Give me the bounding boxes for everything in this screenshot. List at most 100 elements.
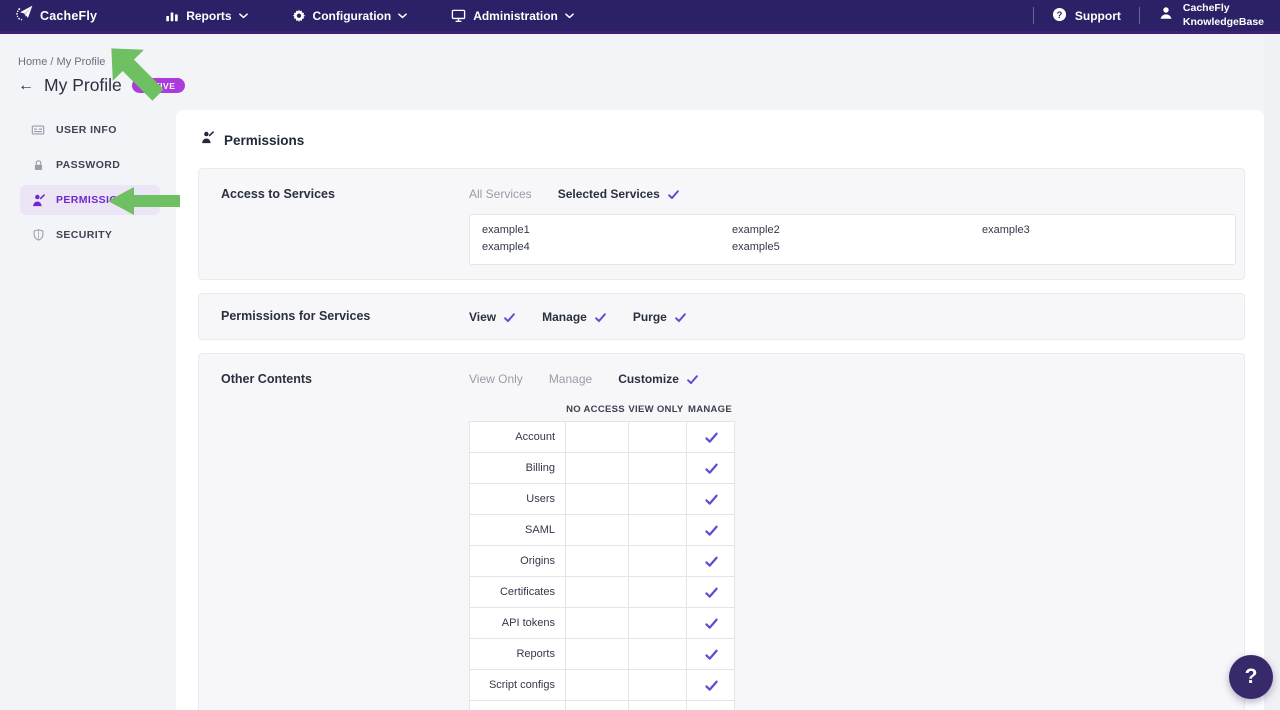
service-name: example3 (982, 224, 1030, 236)
breadcrumb: Home / My Profile (18, 56, 105, 68)
check-icon (704, 554, 719, 569)
option-manage[interactable]: Manage (542, 310, 607, 324)
sidebar-item-label: PERMISSIONS (56, 194, 134, 206)
nav-item-label: Configuration (312, 8, 392, 23)
cell-manage[interactable] (686, 422, 736, 452)
sidebar-item-permissions[interactable]: PERMISSIONS (20, 185, 160, 215)
option-customize[interactable]: Customize (618, 372, 699, 386)
row-label: Log targets (470, 701, 565, 710)
check-icon (704, 430, 719, 445)
cell-no-access[interactable] (565, 515, 628, 545)
permission-table-headers: NO ACCESS VIEW ONLY MANAGE (564, 404, 1236, 415)
table-row-script-configs: Script configs (470, 670, 734, 701)
cell-manage[interactable] (686, 639, 736, 669)
table-row-users: Users (470, 484, 734, 515)
cell-no-access[interactable] (565, 546, 628, 576)
cell-no-access[interactable] (565, 484, 628, 514)
svg-text:?: ? (1057, 9, 1063, 19)
top-navigation: CacheFly Reports Configuration Administrat… (0, 0, 1280, 34)
column-header-view-only: VIEW ONLY (628, 404, 684, 415)
service-permission-options: View Manage Purge (469, 308, 1236, 326)
option-manage[interactable]: Manage (549, 372, 592, 386)
cell-manage[interactable] (686, 670, 736, 700)
cell-view-only[interactable] (628, 639, 686, 669)
row-label: Users (526, 493, 555, 505)
sidebar-item-user-info[interactable]: USER INFO (20, 115, 160, 145)
bar-chart-icon (165, 9, 179, 23)
back-button[interactable]: ← (18, 77, 34, 94)
cell-manage[interactable] (686, 453, 736, 483)
cell-manage[interactable] (686, 701, 736, 710)
shield-icon (30, 228, 46, 242)
cell-manage[interactable] (686, 546, 736, 576)
cell-view-only[interactable] (628, 515, 686, 545)
nav-divider (1138, 7, 1140, 24)
option-all-services[interactable]: All Services (469, 187, 532, 201)
column-header-manage: MANAGE (687, 404, 733, 415)
support-label: Support (1074, 8, 1121, 23)
option-label: Manage (548, 372, 593, 386)
lock-icon (30, 159, 46, 172)
cell-no-access[interactable] (565, 701, 628, 710)
nav-item-label: Reports (186, 8, 232, 23)
cachefly-logo[interactable]: CacheFly (14, 3, 97, 29)
service-column: example1 example4 (482, 222, 732, 255)
cell-view-only[interactable] (628, 577, 686, 607)
cell-view-only[interactable] (628, 546, 686, 576)
table-row-saml: SAML (470, 515, 734, 546)
cell-no-access[interactable] (565, 577, 628, 607)
option-purge[interactable]: Purge (633, 310, 687, 324)
breadcrumb-home-link[interactable]: Home (18, 56, 47, 68)
check-icon (704, 523, 719, 538)
cell-view-only[interactable] (628, 670, 686, 700)
cell-manage[interactable] (686, 608, 736, 638)
help-button[interactable]: ? (1229, 655, 1273, 699)
service-column: example2 example5 (732, 222, 982, 255)
cell-manage[interactable] (686, 577, 736, 607)
nav-item-administration[interactable]: Administration (451, 8, 574, 23)
check-icon (704, 492, 719, 507)
knowledgebase-button[interactable]: CacheFly KnowledgeBase (1158, 2, 1264, 29)
cell-view-only[interactable] (628, 453, 686, 483)
brand-name: CacheFly (40, 8, 98, 23)
service-column: example3 (982, 222, 1223, 255)
support-button[interactable]: ? Support (1052, 7, 1121, 25)
cell-view-only[interactable] (628, 484, 686, 514)
cell-no-access[interactable] (565, 422, 628, 452)
table-row-api-tokens: API tokens (470, 608, 734, 639)
nav-item-label: Administration (473, 8, 558, 23)
row-label: Billing (525, 462, 555, 474)
nav-item-reports[interactable]: Reports (165, 8, 248, 23)
cell-no-access[interactable] (565, 639, 628, 669)
option-view-only[interactable]: View Only (469, 372, 523, 386)
question-circle-icon: ? (1052, 7, 1067, 25)
option-selected-services[interactable]: Selected Services (558, 187, 680, 201)
cell-manage[interactable] (686, 484, 736, 514)
sidebar-item-security[interactable]: SECURITY (20, 220, 160, 250)
chevron-down-icon (238, 12, 248, 19)
check-icon (667, 188, 680, 201)
cell-view-only[interactable] (628, 701, 686, 710)
row-label: API tokens (501, 617, 555, 629)
option-view[interactable]: View (469, 310, 516, 324)
cell-view-only[interactable] (628, 608, 686, 638)
option-label: View (469, 310, 497, 324)
knowledgebase-label: CacheFly KnowledgeBase (1182, 1, 1264, 28)
cell-manage[interactable] (686, 515, 736, 545)
option-label: Customize (618, 372, 679, 386)
table-row-certificates: Certificates (470, 577, 734, 608)
cell-no-access[interactable] (565, 608, 628, 638)
person-podium-icon (30, 193, 46, 208)
check-icon (704, 585, 719, 600)
scrollbar-track[interactable] (1264, 34, 1280, 710)
cell-no-access[interactable] (565, 670, 628, 700)
chevron-down-icon (398, 12, 408, 19)
cell-view-only[interactable] (628, 422, 686, 452)
sidebar-item-label: USER INFO (56, 124, 117, 136)
sidebar-item-password[interactable]: PASSWORD (20, 150, 160, 180)
selected-services-list: example1 example4 example2 example5 example3 (469, 214, 1236, 265)
gear-icon (292, 8, 306, 23)
check-icon (704, 678, 719, 693)
cell-no-access[interactable] (565, 453, 628, 483)
nav-item-configuration[interactable]: Configuration (292, 9, 408, 23)
